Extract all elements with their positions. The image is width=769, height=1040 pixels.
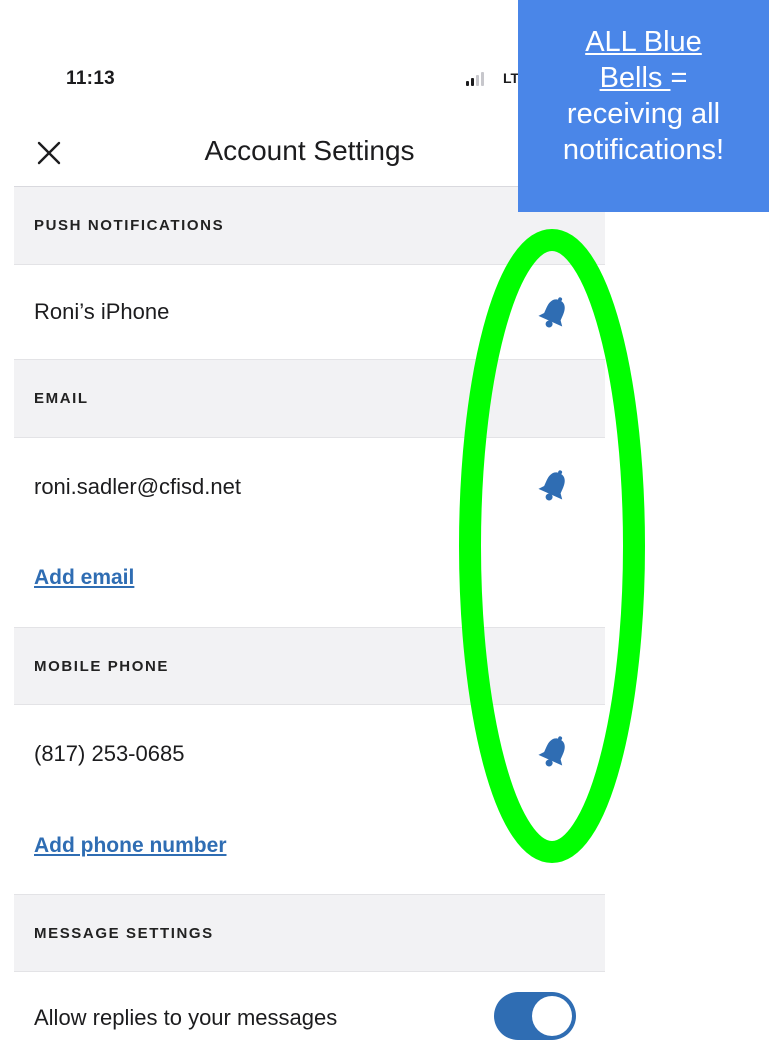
- section-header-email: EMAIL: [14, 360, 605, 438]
- callout-line-4: notifications!: [562, 134, 725, 166]
- bell-icon: [538, 736, 565, 767]
- allow-replies-label: Allow replies to your messages: [34, 1005, 338, 1030]
- mobile-phone-row: (817) 253-0685: [14, 705, 605, 803]
- section-header-label: MOBILE PHONE: [34, 657, 170, 675]
- callout-line-3: receiving all: [566, 98, 721, 130]
- network-label: LT: [503, 70, 520, 86]
- annotation-callout: ALL Blue Bells = receiving all notificat…: [518, 0, 769, 212]
- navigation-bar: Account Settings: [14, 120, 605, 187]
- push-bell-toggle[interactable]: [535, 294, 573, 332]
- callout-line-2-rest: =: [670, 62, 688, 94]
- toggle-knob: [532, 996, 572, 1036]
- allow-replies-toggle[interactable]: [494, 992, 576, 1040]
- bell-icon: [538, 297, 565, 328]
- email-bell-toggle[interactable]: [535, 467, 573, 505]
- phone-screen: 11:13 LT Account Settings PUSH NOTIFICAT…: [14, 0, 605, 1035]
- page-title: Account Settings: [204, 135, 415, 166]
- signal-icon: [466, 72, 484, 86]
- mobile-bell-toggle[interactable]: [535, 733, 573, 771]
- push-device-name: Roni’s iPhone: [34, 299, 170, 324]
- push-device-row: Roni’s iPhone: [14, 265, 605, 360]
- email-address: roni.sadler@cfisd.net: [34, 474, 241, 499]
- email-row: roni.sadler@cfisd.net: [14, 438, 605, 536]
- mobile-phone-number: (817) 253-0685: [34, 741, 185, 766]
- add-email-link[interactable]: Add email: [34, 566, 134, 590]
- add-phone-number-link[interactable]: Add phone number: [34, 834, 227, 858]
- callout-line-2-underlined: Bells: [599, 62, 671, 94]
- bell-icon: [538, 470, 565, 501]
- section-header-mobile-phone: MOBILE PHONE: [14, 627, 605, 705]
- section-header-label: MESSAGE SETTINGS: [34, 924, 214, 942]
- status-time: 11:13: [66, 68, 116, 89]
- callout-line-1: ALL Blue: [585, 26, 702, 58]
- section-header-push-notifications: PUSH NOTIFICATIONS: [14, 187, 605, 265]
- section-header-label: EMAIL: [34, 390, 89, 407]
- section-header-message-settings: MESSAGE SETTINGS: [14, 894, 605, 972]
- section-header-label: PUSH NOTIFICATIONS: [34, 217, 225, 234]
